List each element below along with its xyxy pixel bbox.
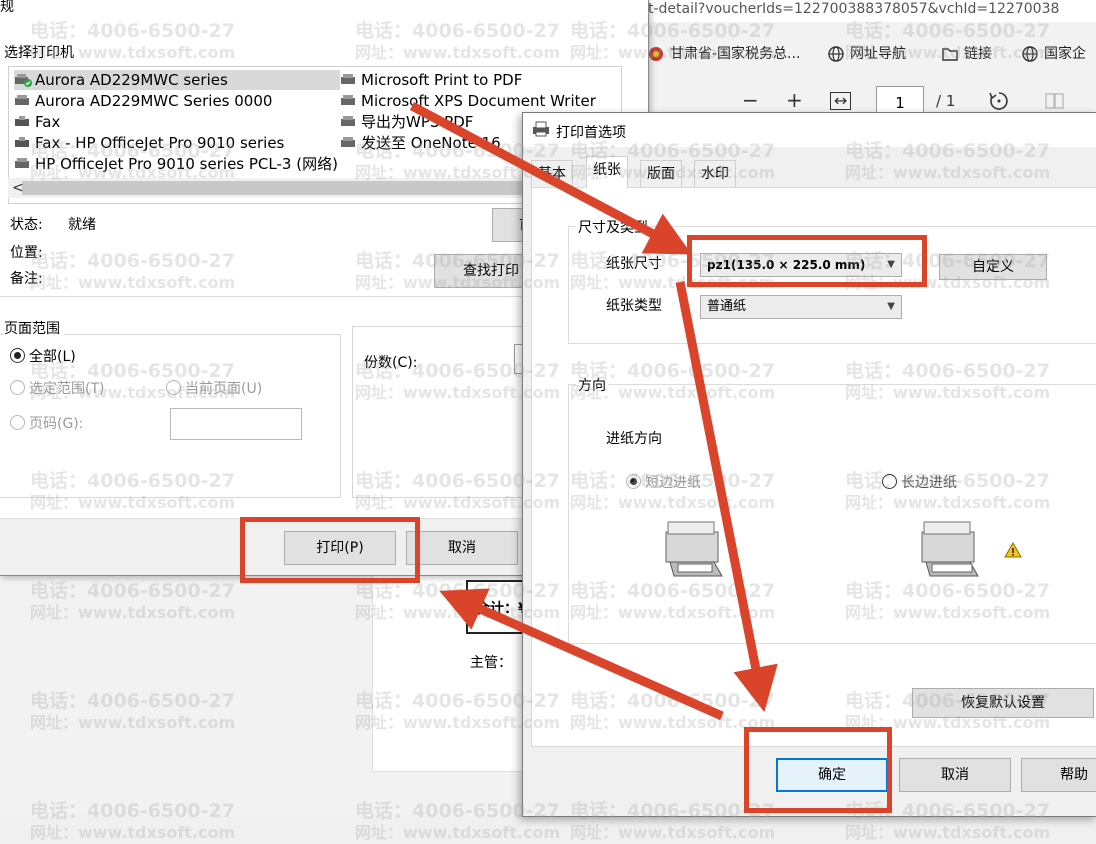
fit-width-button[interactable]: ↔: [830, 92, 852, 110]
chevron-down-icon: ▼: [887, 301, 895, 312]
page-range-title: 页面范围: [4, 318, 64, 338]
bookmark-label: 国家企: [1044, 46, 1086, 62]
size-type-title: 尺寸及类型: [576, 217, 650, 237]
tab-paper[interactable]: 纸张: [586, 156, 628, 188]
printer-icon: [341, 95, 355, 105]
range-selection-radio[interactable]: 选定范围(T): [10, 380, 104, 398]
find-printer-button[interactable]: 查找打印: [434, 254, 534, 288]
printer-short-edge-icon: [665, 521, 723, 577]
rotate-icon[interactable]: [988, 90, 1010, 112]
annotation-box-print: [240, 517, 420, 583]
printer-icon: [533, 121, 549, 137]
radio-icon: [10, 415, 25, 430]
select-printer-label: 选择打印机: [4, 45, 74, 61]
zoom-in-button[interactable]: +: [786, 90, 803, 110]
printer-item[interactable]: Microsoft XPS Document Writer: [340, 91, 596, 111]
preferences-cancel-button[interactable]: 取消: [899, 758, 1011, 792]
fax-icon: [15, 137, 29, 147]
custom-size-button[interactable]: 自定义: [939, 254, 1047, 280]
folder-icon: [942, 48, 958, 61]
globe-icon: [1022, 46, 1038, 62]
warning-icon: [1004, 542, 1022, 558]
printer-icon: [341, 74, 355, 84]
range-current-radio[interactable]: 当前页面(U): [166, 380, 262, 398]
comment-label: 备注:: [10, 271, 43, 287]
feed-short-edge-radio[interactable]: 短边进纸: [626, 474, 701, 492]
page-view-icon[interactable]: [1044, 92, 1066, 110]
printer-item[interactable]: 导出为WPS PDF: [340, 112, 473, 132]
page-range-input[interactable]: [170, 408, 302, 440]
printer-icon: [15, 158, 29, 168]
zoom-out-button[interactable]: −: [742, 90, 759, 110]
annotation-box-paper-size: [687, 235, 927, 287]
location-label: 位置:: [10, 245, 43, 261]
cancel-button[interactable]: 取消: [406, 531, 518, 565]
tab-basic[interactable]: 基本: [531, 160, 573, 187]
bookmark-label: 网址导航: [850, 46, 906, 62]
preferences-title: 打印首选项: [556, 125, 626, 141]
printer-item[interactable]: Microsoft Print to PDF: [340, 70, 522, 90]
copies-label: 份数(C):: [364, 355, 418, 371]
paper-type-label: 纸张类型: [606, 298, 662, 314]
printer-item[interactable]: Aurora AD229MWC Series 0000: [14, 91, 272, 111]
bookmark-nav[interactable]: 网址导航: [828, 40, 906, 68]
help-button[interactable]: 帮助: [1021, 758, 1096, 792]
printer-long-edge-icon: [921, 521, 979, 577]
bookmark-label: 甘肃省-国家税务总...: [670, 46, 801, 62]
printer-icon: [341, 116, 355, 126]
status-label: 状态:: [10, 217, 43, 233]
restore-defaults-button[interactable]: 恢复默认设置: [912, 688, 1094, 718]
paper-size-label: 纸张尺寸: [606, 256, 662, 272]
document-manager-label: 主管：: [470, 655, 512, 671]
radio-icon: [166, 380, 181, 395]
printer-item[interactable]: Aurora AD229MWC series: [14, 70, 340, 90]
tab-watermark[interactable]: 水印: [694, 160, 736, 187]
status-value: 就绪: [68, 217, 96, 233]
range-all-radio[interactable]: 全部(L): [10, 348, 76, 366]
bookmark-links[interactable]: 链接: [942, 40, 992, 68]
radio-selected-icon: [626, 474, 641, 489]
page-total: / 1: [936, 92, 956, 110]
bookmark-enterprise[interactable]: 国家企: [1022, 40, 1086, 68]
feed-direction-label: 进纸方向: [606, 431, 662, 447]
printer-item[interactable]: HP OfficeJet Pro 9010 series PCL-3 (网络): [14, 154, 338, 174]
paper-type-select[interactable]: 普通纸 ▼: [700, 295, 902, 319]
document-total-label: 合计：¥: [476, 601, 528, 617]
printer-default-icon: [15, 74, 32, 87]
bookmark-tax-bureau[interactable]: 甘肃省-国家税务总...: [648, 40, 800, 68]
orientation-group: [568, 384, 1096, 644]
scroll-left-icon[interactable]: <: [12, 178, 24, 198]
address-bar[interactable]: t-detail?voucherIds=122700388378057&vchI…: [648, 0, 1096, 22]
printer-icon: [341, 137, 355, 147]
globe-icon: [828, 46, 844, 62]
printer-item[interactable]: 发送至 OneNote 16: [340, 133, 501, 153]
radio-selected-icon: [10, 348, 25, 363]
bookmark-label: 链接: [964, 46, 992, 62]
annotation-box-ok: [744, 727, 892, 813]
printer-item[interactable]: Fax: [14, 112, 60, 132]
orientation-title: 方向: [576, 375, 608, 395]
feed-long-edge-radio[interactable]: 长边进纸: [882, 474, 957, 492]
tab-general[interactable]: 规: [0, 0, 32, 18]
tax-bureau-icon: [649, 47, 663, 61]
fax-icon: [15, 116, 29, 126]
radio-icon: [882, 474, 897, 489]
range-pages-radio[interactable]: 页码(G):: [10, 415, 84, 433]
printer-item[interactable]: Fax - HP OfficeJet Pro 9010 series: [14, 133, 284, 153]
tab-layout[interactable]: 版面: [640, 160, 682, 187]
bookmark-bar: 甘肃省-国家税务总... 网址导航 链接 国家企: [648, 40, 1096, 70]
radio-icon: [10, 380, 25, 395]
printer-icon: [15, 95, 29, 105]
